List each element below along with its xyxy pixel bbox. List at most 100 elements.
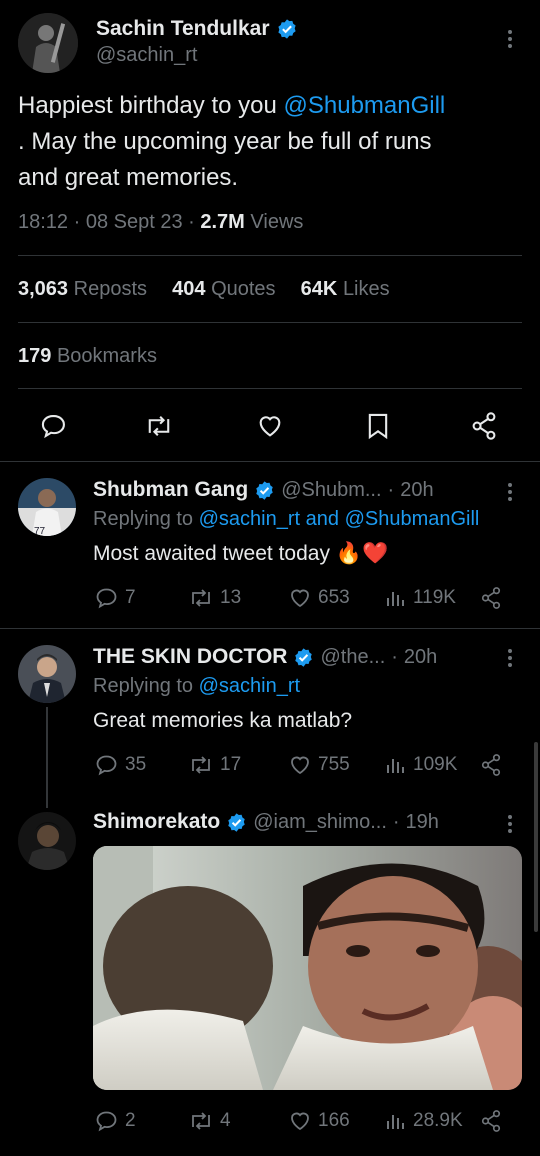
tweet-time[interactable]: 18:12 (18, 211, 68, 233)
tweet-date[interactable]: 08 Sept 23 (86, 211, 183, 233)
repost-action[interactable]: 4 (188, 1109, 231, 1133)
tweet-text-line1: Happiest birthday to you (18, 92, 284, 119)
divider (0, 628, 540, 629)
more-icon[interactable] (505, 646, 515, 670)
tweet-meta: 18:12 · 08 Sept 23 · 2.7M Views (18, 211, 304, 233)
quotes-label: Quotes (211, 278, 276, 300)
share-icon[interactable] (470, 411, 498, 441)
replying-to-mentions[interactable]: @sachin_rt (199, 675, 300, 697)
reply-action[interactable]: 35 (95, 753, 146, 777)
reply-handle[interactable]: @iam_shimo... (253, 811, 387, 834)
views-count: 2.7M (200, 211, 245, 233)
bookmarks-label: Bookmarks (56, 345, 157, 367)
likes-count: 64K (300, 278, 338, 300)
quotes-count: 404 (172, 278, 206, 300)
replying-to: Replying to @sachin_rt and @ShubmanGill (93, 508, 479, 531)
verified-badge-icon (295, 647, 313, 667)
verified-badge-icon (256, 480, 273, 500)
more-icon[interactable] (505, 812, 515, 836)
bookmark-icon[interactable] (365, 412, 391, 440)
svg-text:77: 77 (34, 526, 46, 536)
reply-icon (96, 1111, 117, 1132)
reply-author-name[interactable]: THE SKIN DOCTOR (93, 645, 287, 669)
repost-icon (192, 589, 210, 607)
reply-age: 20h (400, 478, 434, 501)
reply-avatar[interactable] (18, 812, 76, 870)
divider (18, 255, 522, 256)
reply-age: 19h (405, 810, 439, 833)
more-icon[interactable] (505, 27, 515, 51)
reply-avatar[interactable]: 77 (18, 478, 76, 536)
views-action[interactable]: 119K (385, 586, 456, 610)
thread-connector (46, 707, 48, 808)
replying-to: Replying to @sachin_rt (93, 675, 300, 698)
like-action[interactable]: 166 (288, 1109, 350, 1133)
like-count: 653 (318, 587, 350, 608)
reply-handle[interactable]: @the... (320, 646, 385, 669)
reply-count: 2 (125, 1110, 136, 1131)
tweet-text: Happiest birthday to you @ShubmanGill . … (18, 88, 528, 196)
repost-action[interactable]: 17 (188, 753, 241, 777)
reply-count: 7 (125, 587, 136, 608)
quotes-stat[interactable]: 404 Quotes (172, 278, 275, 300)
reply-icon[interactable] (40, 412, 68, 440)
reply-handle[interactable]: @Shubm... (281, 479, 381, 502)
share-icon[interactable] (480, 1109, 502, 1133)
views-action[interactable]: 28.9K (385, 1109, 463, 1133)
tweet-text-line2: . May the upcoming year be full of runs (18, 128, 432, 155)
reply-action[interactable]: 2 (95, 1109, 136, 1133)
verified-badge-icon (228, 812, 245, 832)
views-count: 119K (413, 587, 456, 608)
bookmarks-stat[interactable]: 179 Bookmarks (18, 345, 157, 368)
reply-icon (96, 755, 117, 776)
repost-count: 13 (220, 587, 242, 608)
share-icon[interactable] (480, 586, 502, 610)
bookmarks-count: 179 (18, 345, 52, 367)
views-count: 28.9K (413, 1110, 463, 1131)
repost-action[interactable]: 13 (188, 586, 241, 610)
reply-text: Great memories ka matlab? (93, 709, 353, 732)
repost-count: 4 (220, 1110, 231, 1131)
reply-count: 35 (125, 754, 147, 775)
likes-stat[interactable]: 64K Likes (301, 278, 390, 300)
reposts-count: 3,063 (18, 278, 69, 300)
repost-icon (192, 756, 210, 774)
author-handle[interactable]: @sachin_rt (96, 44, 197, 67)
mention-link[interactable]: @ShubmanGill (284, 92, 446, 119)
author-name[interactable]: Sachin Tendulkar (96, 17, 270, 41)
likes-label: Likes (342, 278, 390, 300)
share-icon[interactable] (480, 753, 502, 777)
like-icon (291, 589, 309, 608)
like-action[interactable]: 755 (288, 753, 350, 777)
views-action[interactable]: 109K (385, 753, 457, 777)
views-icon (387, 759, 404, 773)
repost-icon (192, 1112, 210, 1130)
author-avatar[interactable] (18, 13, 78, 73)
reply-action[interactable]: 7 (95, 586, 136, 610)
views-count: 109K (413, 754, 458, 775)
replying-to-mentions[interactable]: @sachin_rt and @ShubmanGill (199, 508, 480, 530)
reply-avatar[interactable] (18, 645, 76, 703)
reply-text: Most awaited tweet today 🔥❤️ (93, 542, 389, 565)
scrollbar[interactable] (534, 742, 538, 932)
like-count: 166 (318, 1110, 350, 1131)
reply-age: 20h (403, 645, 438, 668)
divider (18, 388, 522, 389)
reposts-stat[interactable]: 3,063 Reposts (18, 278, 147, 300)
tweet-text-line3: and great memories. (18, 164, 239, 191)
repost-count: 17 (220, 754, 242, 775)
reply-author-name[interactable]: Shimorekato (93, 810, 220, 834)
reposts-label: Reposts (73, 278, 147, 300)
like-icon (291, 1112, 309, 1131)
like-action[interactable]: 653 (288, 586, 350, 610)
like-count: 755 (318, 754, 350, 775)
views-label: Views (250, 211, 304, 233)
more-icon[interactable] (505, 480, 515, 504)
views-icon (387, 1115, 404, 1129)
divider (18, 322, 522, 323)
reply-media-image[interactable] (93, 846, 522, 1090)
repost-icon[interactable] (144, 412, 174, 440)
like-icon[interactable] (256, 412, 284, 440)
replying-to-label: Replying to (93, 508, 199, 530)
reply-author-name[interactable]: Shubman Gang (93, 478, 248, 502)
